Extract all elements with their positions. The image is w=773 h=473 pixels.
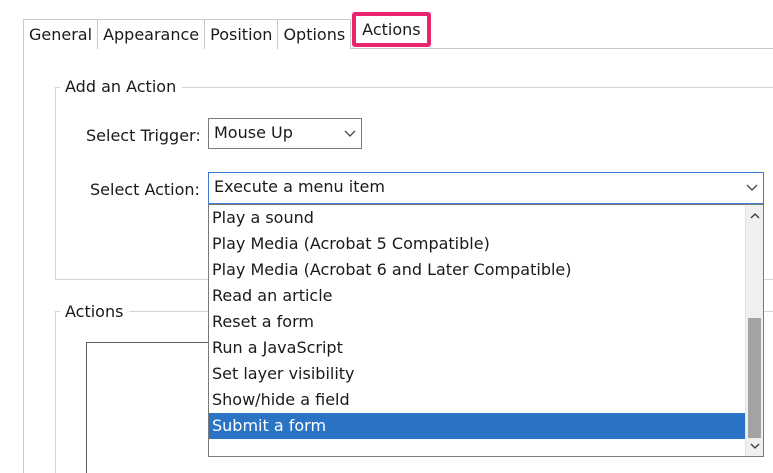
tab-actions[interactable]: Actions — [352, 12, 431, 47]
dialog-window: General Appearance Position Options Acti… — [0, 0, 773, 473]
action-option-submit-form[interactable]: Submit a form — [209, 413, 745, 439]
action-dropdown-list[interactable]: Play a sound Play Media (Acrobat 5 Compa… — [208, 204, 764, 457]
action-option-run-javascript[interactable]: Run a JavaScript — [209, 335, 745, 361]
tab-position[interactable]: Position — [204, 19, 279, 49]
action-option-set-layer-visibility[interactable]: Set layer visibility — [209, 361, 745, 387]
chevron-down-icon[interactable] — [339, 119, 361, 148]
actions-list[interactable] — [86, 342, 209, 473]
select-action-dropdown[interactable]: Execute a menu item — [208, 172, 764, 204]
select-trigger-value: Mouse Up — [214, 123, 293, 142]
tab-strip: General Appearance Position Options Acti… — [23, 12, 431, 49]
action-options: Play a sound Play Media (Acrobat 5 Compa… — [209, 205, 745, 439]
action-option-read-article[interactable]: Read an article — [209, 283, 745, 309]
select-action-label: Select Action: — [90, 180, 200, 199]
action-option-play-sound[interactable]: Play a sound — [209, 205, 745, 231]
tab-options[interactable]: Options — [277, 19, 352, 49]
action-option-play-media-5[interactable]: Play Media (Acrobat 5 Compatible) — [209, 231, 745, 257]
chevron-up-icon[interactable] — [746, 207, 763, 223]
select-trigger-dropdown[interactable]: Mouse Up — [208, 118, 362, 149]
select-trigger-label: Select Trigger: — [86, 126, 201, 145]
chevron-down-icon[interactable] — [746, 438, 763, 454]
add-action-group-title: Add an Action — [60, 77, 183, 97]
select-action-value: Execute a menu item — [214, 177, 385, 196]
dropdown-scrollbar[interactable] — [745, 205, 763, 456]
scrollbar-thumb[interactable] — [748, 318, 761, 438]
chevron-down-icon[interactable] — [741, 173, 763, 203]
tab-appearance[interactable]: Appearance — [97, 19, 206, 49]
action-option-play-media-6[interactable]: Play Media (Acrobat 6 and Later Compatib… — [209, 257, 745, 283]
tab-general[interactable]: General — [23, 19, 99, 49]
action-option-show-hide-field[interactable]: Show/hide a field — [209, 387, 745, 413]
actions-group-title: Actions — [60, 302, 130, 322]
action-option-reset-form[interactable]: Reset a form — [209, 309, 745, 335]
